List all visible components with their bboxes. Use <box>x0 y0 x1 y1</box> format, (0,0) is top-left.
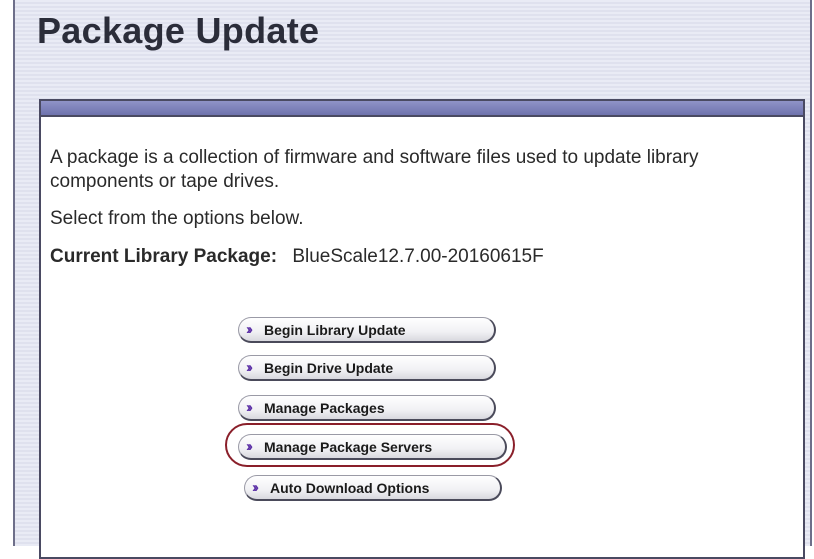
page-frame: Package Update A package is a collection… <box>13 0 812 559</box>
button-label: Auto Download Options <box>270 479 430 496</box>
panel-header-bar <box>41 101 803 117</box>
panel-description: A package is a collection of firmware an… <box>50 147 699 192</box>
begin-drive-update-button[interactable]: ›› Begin Drive Update <box>238 355 496 381</box>
double-chevron-right-icon: ›› <box>246 321 253 338</box>
auto-download-options-button[interactable]: ›› Auto Download Options <box>244 475 502 501</box>
manage-package-servers-button[interactable]: ›› Manage Package Servers <box>238 434 507 460</box>
button-label: Begin Drive Update <box>264 359 394 376</box>
button-label: Manage Packages <box>264 399 385 416</box>
begin-library-update-button[interactable]: ›› Begin Library Update <box>238 317 496 343</box>
package-update-panel: A package is a collection of firmware an… <box>39 99 805 559</box>
current-package-label: Current Library Package: <box>50 246 278 267</box>
double-chevron-right-icon: ›› <box>246 399 253 416</box>
page-title: Package Update <box>37 10 320 51</box>
double-chevron-right-icon: ›› <box>246 359 253 376</box>
double-chevron-right-icon: ›› <box>252 479 259 496</box>
button-label: Manage Package Servers <box>264 438 433 455</box>
button-label: Begin Library Update <box>264 321 406 338</box>
select-instruction: Select from the options below. <box>50 208 304 229</box>
double-chevron-right-icon: ›› <box>246 438 253 455</box>
current-package-row: Current Library Package: BlueScale12.7.0… <box>50 246 544 268</box>
current-package-value: BlueScale12.7.00-20160615F <box>292 246 544 267</box>
manage-packages-button[interactable]: ›› Manage Packages <box>238 395 496 421</box>
